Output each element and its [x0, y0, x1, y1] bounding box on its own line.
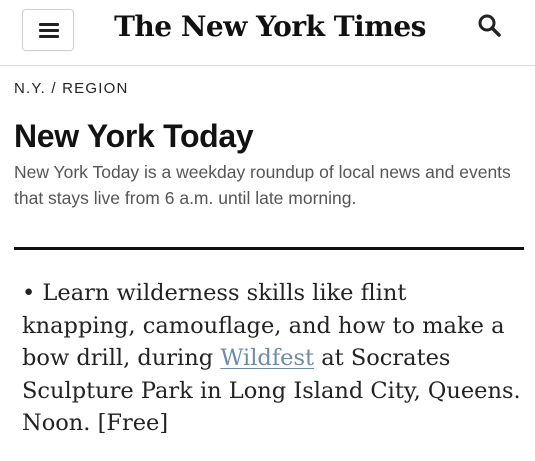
site-header: The New York Times	[0, 0, 535, 66]
page-title: New York Today	[14, 118, 254, 154]
article-summary: New York Today is a weekday roundup of l…	[14, 162, 511, 208]
hamburger-menu-icon-bar	[39, 35, 59, 38]
search-icon	[478, 14, 501, 37]
nyt-logo[interactable]: The New York Times	[110, 10, 430, 43]
wildfest-link[interactable]: Wildfest	[220, 345, 314, 371]
section-breadcrumb[interactable]: N.Y. / REGION	[14, 80, 129, 97]
search-button[interactable]	[476, 12, 504, 40]
event-list-item: • Learn wilderness skills like flint kna…	[22, 277, 527, 440]
menu-button[interactable]	[22, 9, 74, 51]
section-divider	[14, 247, 524, 250]
bullet-glyph: •	[22, 280, 36, 306]
hamburger-menu-icon-bar	[39, 29, 59, 32]
hamburger-menu-icon	[39, 23, 59, 26]
